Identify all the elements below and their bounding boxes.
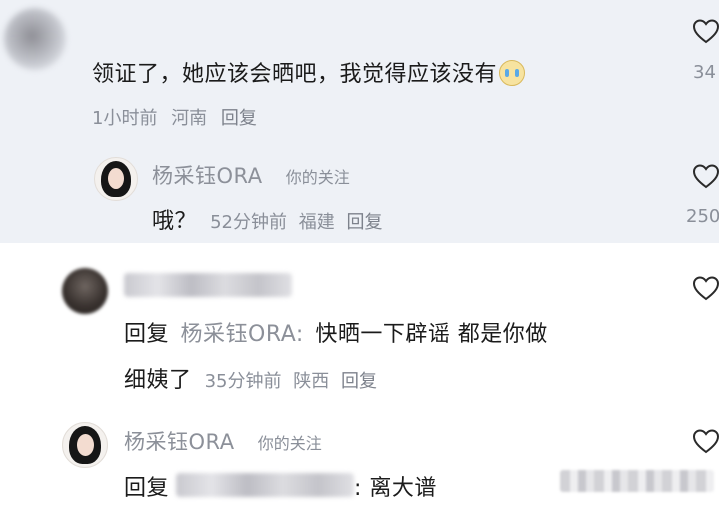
reply2-like-heart-icon[interactable] — [692, 275, 719, 301]
comment-like-count: 34 — [693, 62, 716, 83]
reply3-author-name[interactable]: 杨采钰ORA — [124, 430, 235, 454]
reply1-like-heart-icon[interactable] — [692, 163, 719, 189]
author-avatar-2[interactable] — [62, 422, 108, 468]
reply1-like-count: 250 — [686, 206, 719, 227]
reply2-time: 35分钟前 — [204, 371, 282, 392]
reply3-suffix: : 离大谱 — [354, 476, 437, 501]
comment-text: 领证了，她应该会晒吧，我觉得应该没有 — [92, 56, 526, 88]
reply2-text-line2: 细姨了 — [124, 368, 192, 393]
reply2-meta: 35分钟前 陕西 回复 — [205, 371, 383, 392]
reply2-mention[interactable]: 杨采钰ORA: — [181, 322, 304, 347]
replier-avatar[interactable] — [62, 268, 108, 314]
blurred-username[interactable] — [124, 273, 292, 297]
reply2-line2: 细姨了 35分钟前 陕西 回复 — [124, 362, 383, 394]
blurred-mention[interactable] — [176, 473, 354, 497]
reply2-prefix: 回复 — [124, 322, 170, 347]
comment-time: 1小时前 — [92, 108, 158, 129]
reply1-header: 杨采钰ORA 你的关注 — [152, 160, 350, 190]
reply1-time: 52分钟前 — [210, 212, 288, 233]
watermark — [560, 470, 714, 492]
reply1-text: 哦？ — [152, 209, 198, 234]
reply1-reply-button[interactable]: 回复 — [346, 212, 382, 233]
reply2-line1: 回复 杨采钰ORA: 快晒一下辟谣 都是你做 — [124, 316, 548, 348]
reply3-body: 回复 — [124, 470, 169, 502]
comment-reply-button[interactable]: 回复 — [221, 108, 257, 129]
reply3-like-heart-icon[interactable] — [692, 428, 719, 454]
comment-like-heart-icon[interactable] — [692, 18, 719, 44]
avatar-face — [77, 433, 94, 456]
reply3-header: 杨采钰ORA 你的关注 — [124, 426, 322, 456]
reply1-follow-tag: 你的关注 — [285, 168, 350, 187]
comment-meta: 1小时前 河南 回复 — [92, 104, 265, 130]
author-avatar[interactable] — [94, 157, 138, 201]
reply1-location: 福建 — [298, 212, 335, 233]
reply1-meta: 52分钟前 福建 回复 — [210, 212, 388, 233]
comment-location: 河南 — [171, 108, 208, 129]
reply1-author-name[interactable]: 杨采钰ORA — [152, 164, 263, 188]
reply3-follow-tag: 你的关注 — [257, 434, 322, 453]
reply3-suffix-wrap: : 离大谱 — [354, 470, 437, 502]
reply2-location: 陕西 — [293, 371, 330, 392]
commenter-avatar[interactable] — [4, 8, 66, 70]
reply1-body: 哦？ 52分钟前 福建 回复 — [152, 203, 388, 235]
crying-laugh-emoji-icon — [499, 60, 526, 86]
comment-body: 领证了，她应该会晒吧，我觉得应该没有 — [92, 62, 498, 87]
reply3-prefix: 回复 — [124, 476, 170, 501]
reply2-text-line1: 快晒一下辟谣 都是你做 — [315, 322, 548, 347]
reply2-reply-button[interactable]: 回复 — [341, 371, 377, 392]
